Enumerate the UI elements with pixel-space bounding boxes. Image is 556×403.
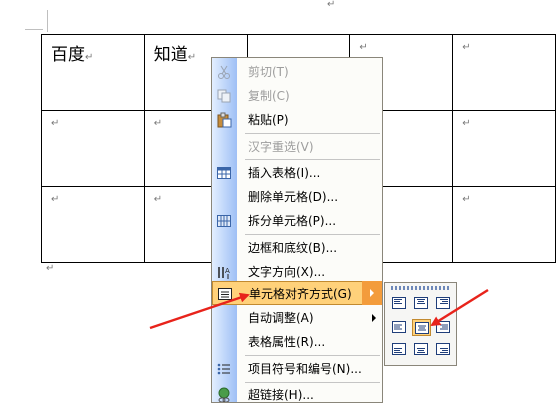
align-top-center-button[interactable] xyxy=(412,295,431,312)
menu-item-label: 项目符号和编号(N)... xyxy=(248,362,362,376)
cell-alignment-icon xyxy=(217,286,233,302)
table-cell[interactable]: ↵ xyxy=(452,186,556,263)
align-bottom-center-button[interactable] xyxy=(412,341,431,358)
menu-item-label: 文字方向(X)... xyxy=(248,265,326,279)
menu-item-label: 删除单元格(D)... xyxy=(248,190,339,204)
svg-text:A: A xyxy=(225,267,230,275)
align-top-left-button[interactable] xyxy=(390,295,409,312)
menu-item-label: 超链接(H)... xyxy=(248,388,314,402)
paragraph-mark: ↵ xyxy=(153,118,163,129)
paragraph-mark: ↵ xyxy=(46,263,55,274)
cell-text: 知道 xyxy=(153,45,188,65)
align-middle-center-button[interactable] xyxy=(412,319,431,336)
paragraph-mark: ↵ xyxy=(462,42,471,53)
table-cell[interactable]: ↵ xyxy=(452,110,556,187)
submenu-drag-handle[interactable] xyxy=(391,286,451,290)
menu-item-label: 复制(C) xyxy=(248,89,290,103)
paragraph-mark: ↵ xyxy=(462,194,471,205)
menu-item-split-cells[interactable]: 拆分单元格(P)... xyxy=(212,209,382,233)
cell-alignment-submenu xyxy=(384,282,457,366)
menu-item-autofit[interactable]: 自动调整(A) xyxy=(212,306,382,330)
menu-item-label: 粘贴(P) xyxy=(248,113,289,127)
menu-item-hyperlink[interactable]: 超链接(H)... xyxy=(212,383,382,402)
menu-item-reconvert[interactable]: 汉字重选(V) xyxy=(212,135,382,159)
paragraph-mark: ↵ xyxy=(462,118,471,129)
menu-item-label: 自动调整(A) xyxy=(248,311,314,325)
menu-item-label: 表格属性(R)... xyxy=(248,335,326,349)
align-bottom-left-icon xyxy=(392,343,406,355)
menu-item-label: 插入表格(I)... xyxy=(248,166,321,180)
align-top-left-icon xyxy=(392,297,406,309)
align-middle-right-icon xyxy=(436,321,450,333)
paragraph-mark: ↵ xyxy=(51,118,60,129)
menu-item-table-properties[interactable]: 表格属性(R)... xyxy=(212,330,382,354)
align-top-right-button[interactable] xyxy=(434,295,453,312)
hyperlink-icon xyxy=(216,387,232,402)
insert-table-icon xyxy=(216,165,232,181)
align-middle-center-icon xyxy=(415,322,429,334)
scissors-icon xyxy=(216,64,232,80)
menu-item-label: 单元格对齐方式(G) xyxy=(249,287,352,301)
menu-separator xyxy=(245,159,380,160)
align-middle-left-icon xyxy=(392,321,406,333)
submenu-arrow-icon xyxy=(362,281,382,305)
bullets-numbering-icon xyxy=(216,361,232,377)
paragraph-mark: ↵ xyxy=(327,0,336,10)
menu-item-insert-table[interactable]: 插入表格(I)... xyxy=(212,161,382,185)
table-cell[interactable]: ↵ xyxy=(41,110,145,187)
align-top-center-icon xyxy=(414,297,428,309)
align-bottom-center-icon xyxy=(414,343,428,355)
context-menu: 剪切(T) 复制(C) 粘贴(P) 汉字重选(V) 插入表格(I)... 删除单… xyxy=(211,57,383,403)
menu-item-label: 拆分单元格(P)... xyxy=(248,214,337,228)
paragraph-mark: ↵ xyxy=(359,42,368,53)
menu-item-label: 剪切(T) xyxy=(248,65,289,79)
menu-item-bullets-numbering[interactable]: 项目符号和编号(N)... xyxy=(212,357,382,381)
text-direction-icon: A xyxy=(216,264,232,280)
menu-item-paste[interactable]: 粘贴(P) xyxy=(212,108,382,132)
menu-item-copy[interactable]: 复制(C) xyxy=(212,84,382,108)
table-cell[interactable]: ↵ xyxy=(452,34,556,111)
align-bottom-right-icon xyxy=(436,343,450,355)
menu-item-label: 汉字重选(V) xyxy=(248,140,314,154)
paste-icon xyxy=(216,112,232,128)
table-cell[interactable]: ↵ xyxy=(41,186,145,263)
copy-icon xyxy=(216,88,232,104)
align-top-right-icon xyxy=(436,297,450,309)
split-cells-icon xyxy=(216,213,232,229)
align-middle-left-button[interactable] xyxy=(390,319,409,336)
menu-separator xyxy=(245,355,380,356)
menu-separator xyxy=(245,133,380,134)
menu-separator xyxy=(245,234,380,235)
submenu-arrow-icon xyxy=(372,314,376,322)
menu-item-cut[interactable]: 剪切(T) xyxy=(212,60,382,84)
align-bottom-left-button[interactable] xyxy=(390,341,409,358)
menu-item-delete-cells[interactable]: 删除单元格(D)... xyxy=(212,185,382,209)
cell-text: 百度 xyxy=(51,45,85,65)
margin-corner-mark-h xyxy=(25,29,43,30)
table-cell[interactable]: 百度↵ xyxy=(41,34,145,111)
menu-item-cell-alignment[interactable]: 单元格对齐方式(G) xyxy=(212,281,382,305)
paragraph-mark: ↵ xyxy=(153,194,163,205)
menu-item-label: 边框和底纹(B)... xyxy=(248,241,338,255)
paragraph-mark: ↵ xyxy=(51,194,60,205)
menu-item-borders-shading[interactable]: 边框和底纹(B)... xyxy=(212,236,382,260)
margin-corner-mark xyxy=(47,10,48,32)
align-bottom-right-button[interactable] xyxy=(434,341,453,358)
align-middle-right-button[interactable] xyxy=(434,319,453,336)
